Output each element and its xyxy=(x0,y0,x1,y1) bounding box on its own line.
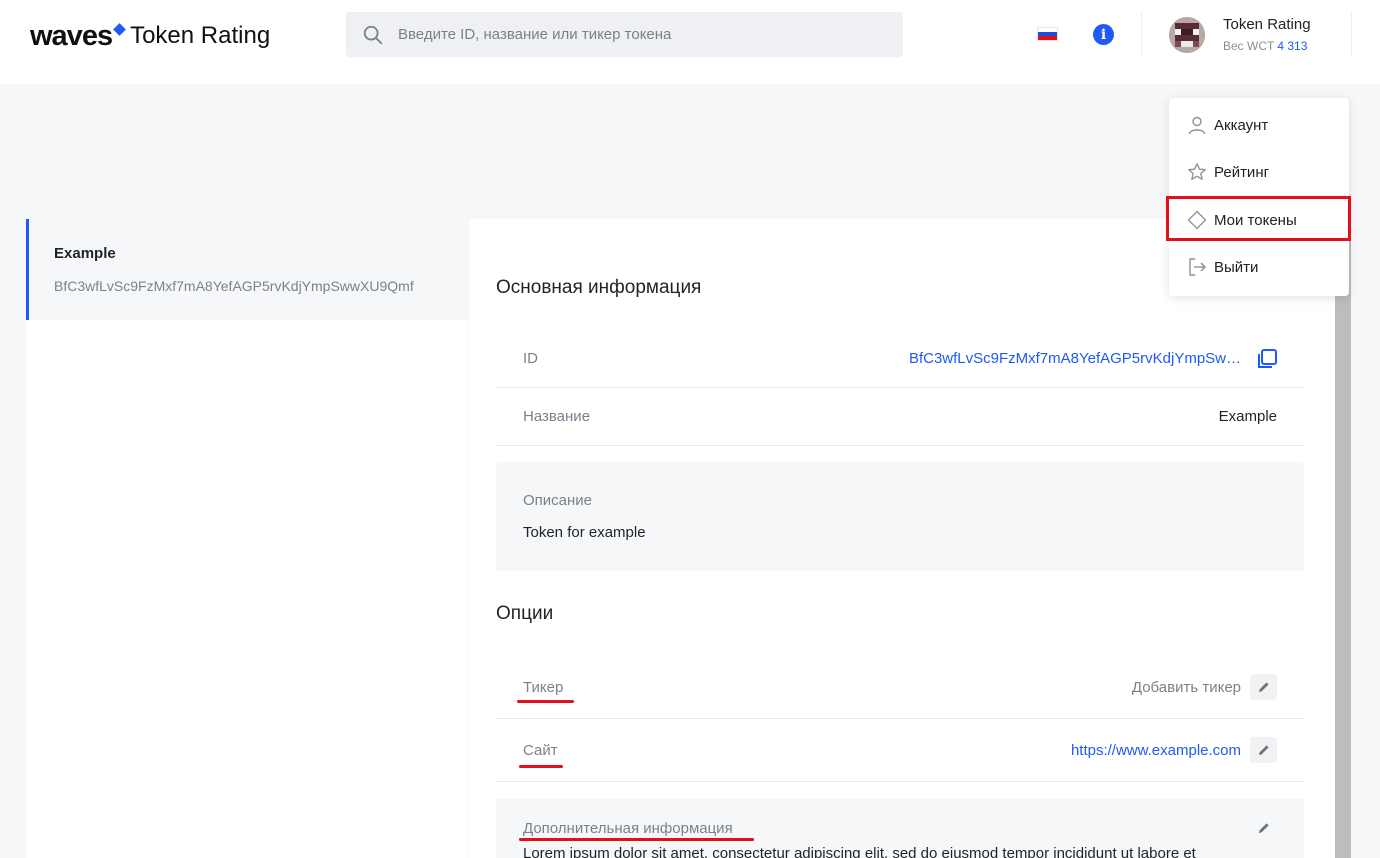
description-value: Token for example xyxy=(523,524,646,541)
russian-flag-icon[interactable] xyxy=(1037,27,1058,41)
avatar[interactable] xyxy=(1169,17,1205,53)
user-weight-label: Вес WCT xyxy=(1223,39,1275,53)
info-icon[interactable]: i xyxy=(1093,24,1114,45)
site-label: Сайт xyxy=(523,742,558,759)
user-name[interactable]: Token Rating xyxy=(1223,16,1321,33)
logo[interactable]: waves Token Rating xyxy=(30,20,270,52)
ticker-value[interactable]: Добавить тикер xyxy=(1132,679,1241,696)
copy-icon[interactable] xyxy=(1256,348,1278,375)
pencil-icon xyxy=(1258,682,1269,692)
name-label: Название xyxy=(523,408,591,425)
header-divider xyxy=(1141,12,1142,57)
annotation-highlight-box xyxy=(1166,196,1351,241)
token-list-item[interactable]: Example BfC3wfLvSc9FzMxf7mA8YefAGP5rvKdj… xyxy=(26,219,468,320)
menu-item-logout[interactable]: Выйти xyxy=(1169,245,1349,289)
menu-item-account[interactable]: Аккаунт xyxy=(1169,103,1349,147)
logo-token-rating: Token Rating xyxy=(130,22,271,49)
user-icon xyxy=(1187,115,1207,135)
token-id: BfC3wfLvSc9FzMxf7mA8YefAGP5rvKdjYmpSwwXU… xyxy=(54,278,414,294)
user-weight: Вес WCT 4 313 xyxy=(1223,39,1307,53)
header: waves Token Rating i Token Rating xyxy=(0,0,1380,84)
site-link[interactable]: https://www.example.com xyxy=(1071,742,1241,759)
info-row-id: ID BfC3wfLvSc9FzMxf7mA8YefAGP5rvKdjYmpSw… xyxy=(496,330,1304,388)
extra-info-box: Дополнительная информация Lorem ipsum do… xyxy=(496,799,1304,858)
annotation-underline xyxy=(519,765,563,768)
user-weight-value: 4 313 xyxy=(1277,39,1308,53)
edit-extra-info-button[interactable] xyxy=(1250,815,1277,841)
search-bar[interactable] xyxy=(346,12,903,57)
ticker-label: Тикер xyxy=(523,679,564,696)
token-name: Example xyxy=(54,245,116,262)
description-box: Описание Token for example xyxy=(496,462,1304,571)
id-label: ID xyxy=(523,350,538,367)
logo-diamond-icon xyxy=(113,22,126,36)
pencil-icon xyxy=(1258,745,1269,755)
section-title-options: Опции xyxy=(496,603,554,624)
star-icon xyxy=(1187,162,1207,182)
section-title-basic-info: Основная информация xyxy=(496,277,702,298)
edit-site-button[interactable] xyxy=(1250,737,1277,763)
header-divider xyxy=(1351,12,1352,57)
menu-item-label: Выйти xyxy=(1214,258,1259,276)
description-label: Описание xyxy=(523,492,593,509)
pencil-icon xyxy=(1258,823,1269,833)
avatar-image xyxy=(1169,17,1205,53)
search-icon xyxy=(363,25,383,44)
menu-item-label: Аккаунт xyxy=(1214,116,1269,134)
token-list-panel: Example BfC3wfLvSc9FzMxf7mA8YefAGP5rvKdj… xyxy=(26,219,468,858)
name-value: Example xyxy=(1218,408,1277,425)
search-input[interactable] xyxy=(398,26,878,43)
option-row-ticker: Тикер Добавить тикер xyxy=(496,656,1304,719)
id-value[interactable]: BfC3wfLvSc9FzMxf7mA8YefAGP5rvKdjYmpSw… xyxy=(909,350,1241,367)
extra-info-value: Lorem ipsum dolor sit amet, consectetur … xyxy=(523,845,1196,858)
scrollbar[interactable] xyxy=(1335,219,1351,858)
extra-info-label: Дополнительная информация xyxy=(523,820,733,837)
option-row-site: Сайт https://www.example.com xyxy=(496,719,1304,782)
menu-item-label: Рейтинг xyxy=(1214,163,1270,181)
info-row-name: Название Example xyxy=(496,388,1304,446)
annotation-underline xyxy=(519,838,754,841)
menu-item-rating[interactable]: Рейтинг xyxy=(1169,150,1349,194)
logo-waves: waves xyxy=(30,19,113,52)
edit-ticker-button[interactable] xyxy=(1250,674,1277,700)
logout-icon xyxy=(1187,257,1207,277)
annotation-underline xyxy=(517,700,574,703)
